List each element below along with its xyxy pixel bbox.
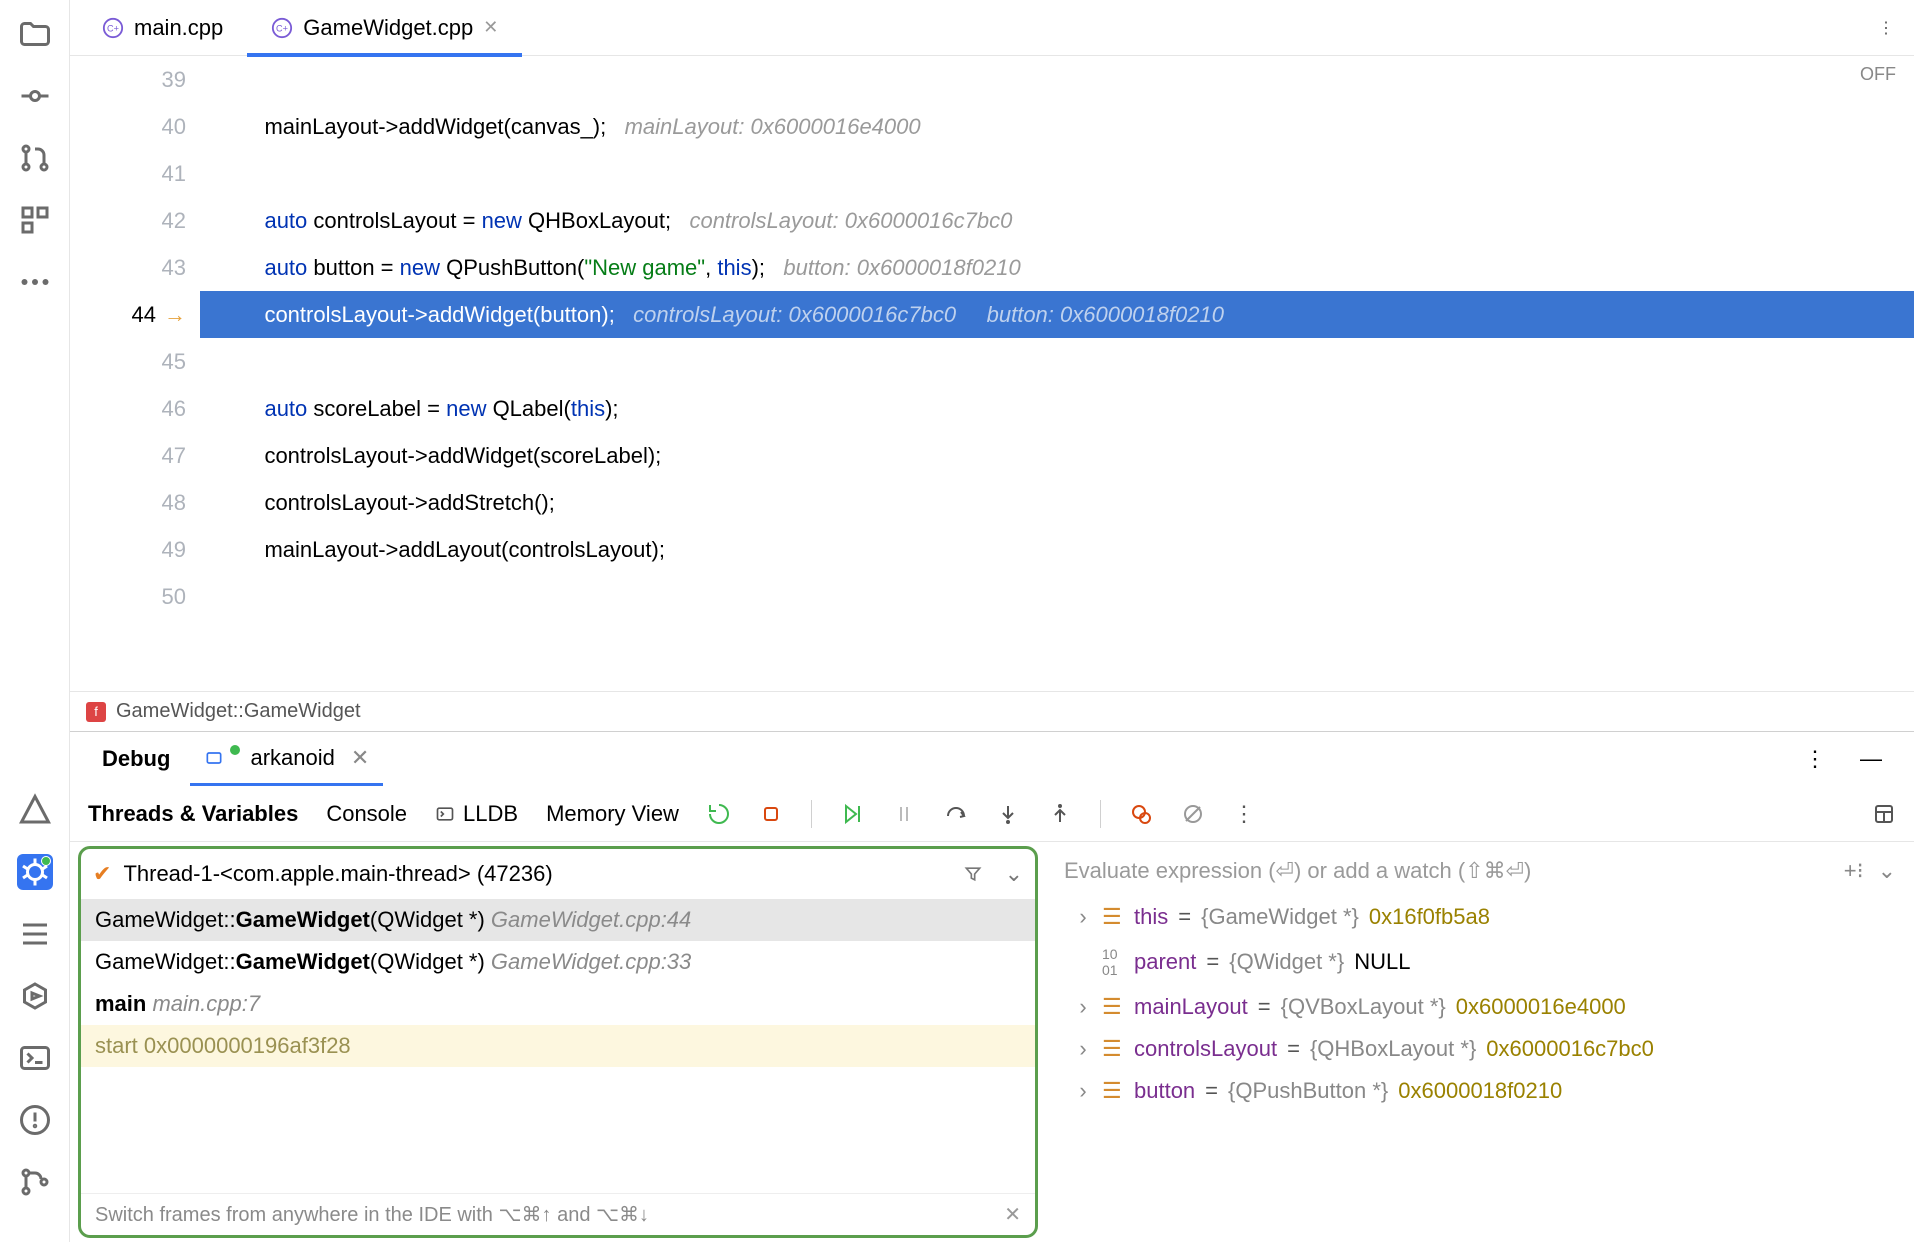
pause-button[interactable] [892,802,916,826]
console-tab[interactable]: Console [326,801,407,827]
threads-vars-tab[interactable]: Threads & Variables [88,801,298,827]
debug-body: ✔ Thread-1-<com.apple.main-thread> (4723… [70,842,1914,1242]
frames-hint: Switch frames from anywhere in the IDE w… [81,1193,1035,1235]
minimize-panel-icon[interactable]: — [1846,732,1896,786]
close-icon[interactable]: ✕ [351,745,369,771]
editor-tabs: C+ main.cpp C+ GameWidget.cpp ✕ ⋮ [70,0,1914,56]
code-line[interactable]: mainLayout->addWidget(canvas_); mainLayo… [200,103,1914,150]
debugger-more-icon[interactable]: ⋮ [1233,801,1255,827]
memory-view-tab[interactable]: Memory View [546,801,679,827]
svg-text:C+: C+ [107,23,119,33]
debug-toolbar: Threads & Variables Console LLDB Memory … [70,786,1914,842]
code-line[interactable]: controlsLayout->addStretch(); [200,479,1914,526]
tab-label: GameWidget.cpp [303,15,473,41]
debug-tabs: Debug arkanoid ✕ ⋮ — [70,732,1914,786]
add-watch-icon[interactable]: +⁝ [1844,858,1864,884]
variable-row[interactable]: 1001parent = {QWidget *} NULL [1054,938,1906,986]
code-line[interactable] [200,150,1914,197]
panel-options-icon[interactable]: ⋮ [1790,732,1840,786]
stack-frame[interactable]: GameWidget::GameWidget(QWidget *) GameWi… [81,899,1035,941]
expand-icon[interactable]: › [1074,994,1092,1020]
services-icon[interactable] [17,978,53,1014]
application-icon [204,748,224,768]
thread-selector[interactable]: ✔ Thread-1-<com.apple.main-thread> (4723… [81,849,1035,899]
evaluate-expression-input[interactable]: Evaluate expression (⏎) or add a watch (… [1054,846,1906,896]
code-line[interactable]: auto controlsLayout = new QHBoxLayout; c… [200,197,1914,244]
code-line[interactable]: auto button = new QPushButton("New game"… [200,244,1914,291]
debug-tab-session[interactable]: arkanoid ✕ [190,732,383,786]
main-area: C+ main.cpp C+ GameWidget.cpp ✕ ⋮ OFF 39… [70,0,1914,1242]
tabs-more-icon[interactable]: ⋮ [1858,18,1914,38]
step-into-button[interactable] [996,802,1020,826]
terminal-icon[interactable] [17,1040,53,1076]
variable-row[interactable]: ›☰button = {QPushButton *} 0x6000018f021… [1054,1070,1906,1112]
layout-settings-icon[interactable] [1872,802,1896,826]
filter-icon[interactable] [963,864,983,884]
code-line[interactable] [200,56,1914,103]
svg-text:C+: C+ [276,23,288,33]
code-line[interactable] [200,573,1914,620]
cpp-file-icon: C+ [102,17,124,39]
variables-panel: Evaluate expression (⏎) or add a watch (… [1046,842,1914,1242]
debug-panel: Debug arkanoid ✕ ⋮ — Threads & Variables… [70,731,1914,1242]
mute-breakpoints-button[interactable] [1181,802,1205,826]
lldb-tab[interactable]: LLDB [435,801,518,827]
pull-requests-icon[interactable] [17,140,53,176]
function-icon: f [86,702,106,722]
expand-icon[interactable]: › [1074,1036,1092,1062]
code-line[interactable]: controlsLayout->addWidget(button); contr… [200,291,1914,338]
code-line[interactable] [200,338,1914,385]
code-editor[interactable]: OFF 394041424344→454647484950 mainLayout… [70,56,1914,691]
cpp-file-icon: C+ [271,17,293,39]
debug-tool-icon[interactable] [17,854,53,890]
breadcrumb-text: GameWidget::GameWidget [116,700,361,723]
structure-icon[interactable] [17,202,53,238]
code-line[interactable]: auto scoreLabel = new QLabel(this); [200,385,1914,432]
todo-icon[interactable] [17,916,53,952]
problems-icon[interactable] [17,1102,53,1138]
step-out-button[interactable] [1048,802,1072,826]
close-icon[interactable]: ✕ [483,17,498,38]
variable-row[interactable]: ›☰this = {GameWidget *} 0x16f0fb5a8 [1054,896,1906,938]
frames-panel: ✔ Thread-1-<com.apple.main-thread> (4723… [78,846,1038,1238]
running-indicator-icon [230,745,240,755]
project-icon[interactable] [17,16,53,52]
chevron-down-icon[interactable]: ⌄ [1878,858,1896,884]
tab-main-cpp[interactable]: C+ main.cpp [78,0,247,56]
code-line[interactable]: controlsLayout->addWidget(scoreLabel); [200,432,1914,479]
stop-button[interactable] [759,802,783,826]
more-tools-icon[interactable] [17,264,53,300]
variable-row[interactable]: ›☰controlsLayout = {QHBoxLayout *} 0x600… [1054,1028,1906,1070]
stack-frame[interactable]: start 0x0000000196af3f28 [81,1025,1035,1067]
debug-tab-main[interactable]: Debug [88,732,184,786]
code-line[interactable]: mainLayout->addLayout(controlsLayout); [200,526,1914,573]
step-over-button[interactable] [944,802,968,826]
commit-icon[interactable] [17,78,53,114]
left-toolbar [0,0,70,1242]
resume-button[interactable] [840,802,864,826]
rerun-button[interactable] [707,802,731,826]
expand-icon[interactable]: › [1074,904,1092,930]
chevron-down-icon[interactable]: ⌄ [1005,861,1023,887]
variable-row[interactable]: ›☰mainLayout = {QVBoxLayout *} 0x6000016… [1054,986,1906,1028]
thread-name: Thread-1-<com.apple.main-thread> (47236) [123,861,552,887]
console-icon [435,804,455,824]
view-breakpoints-button[interactable] [1129,802,1153,826]
check-icon: ✔ [93,861,111,887]
stack-frame[interactable]: GameWidget::GameWidget(QWidget *) GameWi… [81,941,1035,983]
tab-gamewidget-cpp[interactable]: C+ GameWidget.cpp ✕ [247,0,522,56]
tab-label: main.cpp [134,15,223,41]
stack-frame[interactable]: main main.cpp:7 [81,983,1035,1025]
code-area[interactable]: mainLayout->addWidget(canvas_); mainLayo… [200,56,1914,691]
cmake-icon[interactable] [17,792,53,828]
expand-icon[interactable]: › [1074,1078,1092,1104]
editor-gutter: 394041424344→454647484950 [70,56,200,691]
close-hint-icon[interactable]: ✕ [1004,1202,1021,1227]
vcs-icon[interactable] [17,1164,53,1200]
breadcrumb[interactable]: f GameWidget::GameWidget [70,691,1914,731]
